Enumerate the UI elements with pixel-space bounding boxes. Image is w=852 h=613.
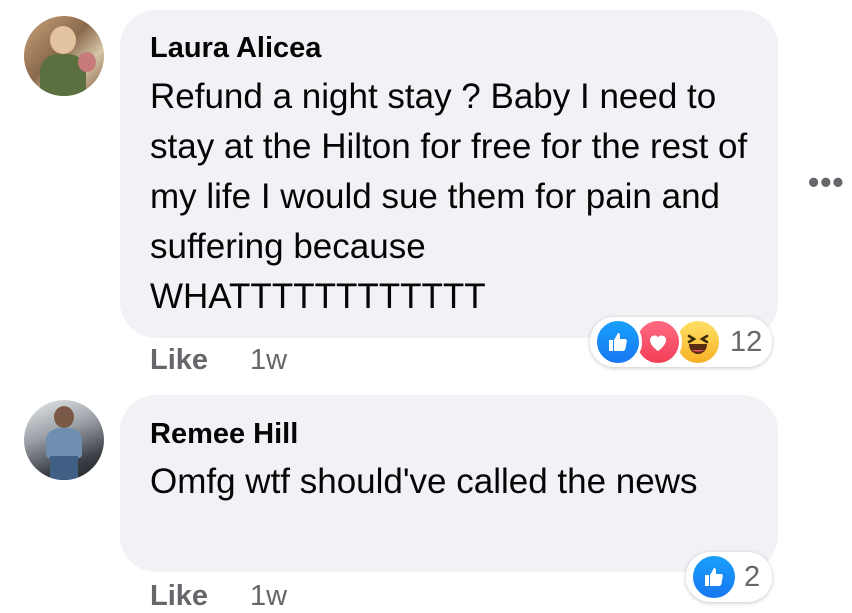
comment-author[interactable]: Laura Alicea xyxy=(150,32,321,65)
like-button[interactable]: Like xyxy=(150,344,208,377)
reaction-summary[interactable]: 2 xyxy=(686,552,772,602)
like-reaction-icon xyxy=(690,553,738,601)
comment-timestamp[interactable]: 1w xyxy=(250,580,287,613)
reaction-summary[interactable]: 12 xyxy=(590,317,772,367)
more-horizontal-icon[interactable]: ••• xyxy=(808,164,845,201)
like-reaction-icon xyxy=(594,318,642,366)
reaction-count: 2 xyxy=(744,561,761,593)
avatar-laura-alicea[interactable] xyxy=(24,16,104,96)
like-button[interactable]: Like xyxy=(150,580,208,613)
avatar-remee-hill[interactable] xyxy=(24,400,104,480)
reaction-count: 12 xyxy=(730,326,763,358)
comment-author[interactable]: Remee Hill xyxy=(150,418,298,451)
comment-text: Omfg wtf should've called the news xyxy=(150,462,698,501)
comment-text: Refund a night stay ? Baby I need to sta… xyxy=(150,77,748,316)
comment-timestamp[interactable]: 1w xyxy=(250,344,287,377)
